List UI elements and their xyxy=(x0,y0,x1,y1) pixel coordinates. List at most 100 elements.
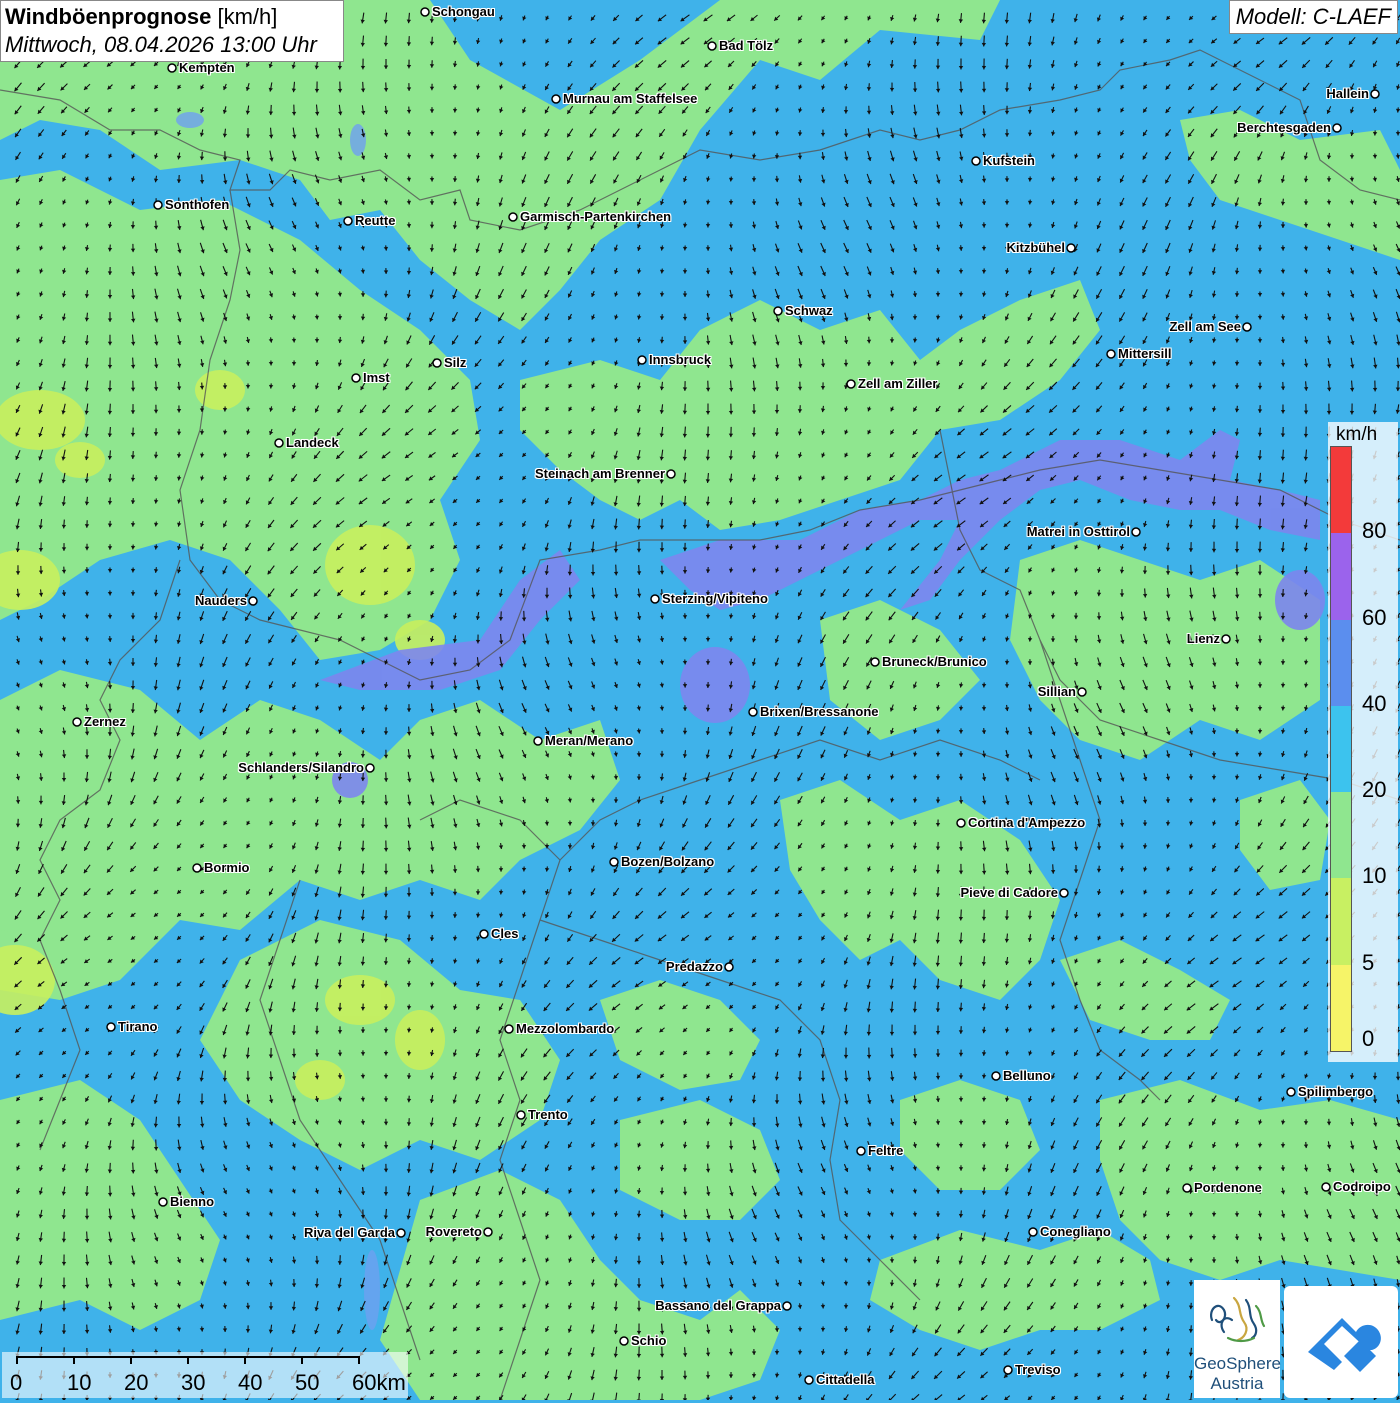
city-label: Schlanders/Silandro xyxy=(238,760,364,775)
city-label: Schwaz xyxy=(785,303,833,318)
city-marker-icon xyxy=(1222,635,1230,643)
city-label: Reutte xyxy=(355,213,395,228)
city-label: Mittersill xyxy=(1118,346,1171,361)
legend-tick-label: 5 xyxy=(1362,950,1374,976)
city-label: Codroipo xyxy=(1333,1179,1391,1194)
city-label: Landeck xyxy=(286,435,339,450)
city-marker-icon xyxy=(552,95,560,103)
city-label: Kitzbühel xyxy=(1007,240,1066,255)
city-marker-icon xyxy=(249,597,257,605)
city-label: Imst xyxy=(363,370,390,385)
city-marker-icon xyxy=(1183,1184,1191,1192)
city-label: Sonthofen xyxy=(165,197,229,212)
city-marker-icon xyxy=(517,1111,525,1119)
city-marker-icon xyxy=(168,64,176,72)
city-marker-icon xyxy=(480,930,488,938)
city-marker-icon xyxy=(972,157,980,165)
legend-color-segment xyxy=(1331,792,1351,878)
city-marker-icon xyxy=(421,8,429,16)
city-marker-icon xyxy=(957,819,965,827)
geosphere-logo[interactable]: GeoSphere Austria xyxy=(1194,1280,1280,1398)
legend-tick-label: 80 xyxy=(1362,518,1386,544)
city-marker-icon xyxy=(1243,323,1251,331)
city-label: Sterzing/Vipiteno xyxy=(662,591,768,606)
city-marker-icon xyxy=(667,470,675,478)
city-label: Riva del Garda xyxy=(304,1225,395,1240)
weather-app-logo[interactable] xyxy=(1284,1286,1398,1398)
city-label: Bienno xyxy=(170,1194,214,1209)
title-line: Windböenprognose [km/h] xyxy=(5,3,339,31)
legend-tick-label: 40 xyxy=(1362,691,1386,717)
city-marker-icon xyxy=(651,595,659,603)
city-label: Garmisch-Partenkirchen xyxy=(520,209,671,224)
cloud-arrow-icon xyxy=(1284,1286,1398,1398)
scale-label: 30 xyxy=(181,1370,205,1396)
scale-tick xyxy=(301,1356,303,1364)
city-label: Pieve di Cadore xyxy=(960,885,1058,900)
city-label: Bozen/Bolzano xyxy=(621,854,714,869)
legend-tick-label: 0 xyxy=(1362,1026,1374,1052)
city-label: Zell am Ziller xyxy=(858,376,937,391)
city-label: Zell am See xyxy=(1169,319,1241,334)
city-marker-icon xyxy=(857,1147,865,1155)
scale-label: 0 xyxy=(10,1370,22,1396)
geosphere-logo-icon xyxy=(1194,1280,1280,1354)
legend-color-segment xyxy=(1331,447,1351,533)
city-label: Matrei in Osttirol xyxy=(1027,524,1130,539)
model-label: Modell: C-LAEF xyxy=(1229,0,1398,34)
city-label: Treviso xyxy=(1015,1362,1061,1377)
city-marker-icon xyxy=(1107,350,1115,358)
scale-label: 50 xyxy=(295,1370,319,1396)
city-marker-icon xyxy=(1029,1228,1037,1236)
city-marker-icon xyxy=(73,718,81,726)
scale-label: 20 xyxy=(124,1370,148,1396)
scale-tick xyxy=(244,1356,246,1364)
city-label: Steinach am Brenner xyxy=(535,466,665,481)
city-marker-icon xyxy=(992,1072,1000,1080)
city-label: Tirano xyxy=(118,1019,158,1034)
city-label: Belluno xyxy=(1003,1068,1051,1083)
city-label: Schongau xyxy=(432,4,495,19)
city-label: Predazzo xyxy=(666,959,723,974)
forecast-datetime: Mittwoch, 08.04.2026 13:00 Uhr xyxy=(5,31,339,59)
legend-tick-label: 10 xyxy=(1362,863,1386,889)
city-marker-icon xyxy=(1132,528,1140,536)
city-marker-icon xyxy=(638,356,646,364)
city-label: Berchtesgaden xyxy=(1237,120,1331,135)
legend-tick-label: 20 xyxy=(1362,777,1386,803)
legend-color-segment xyxy=(1331,533,1351,619)
city-label: Kufstein xyxy=(983,153,1035,168)
city-marker-icon xyxy=(509,213,517,221)
scale-label: 10 xyxy=(67,1370,91,1396)
city-marker-icon xyxy=(1004,1366,1012,1374)
legend-colorbar xyxy=(1330,446,1352,1052)
city-marker-icon xyxy=(159,1198,167,1206)
city-marker-icon xyxy=(1322,1183,1330,1191)
city-label: Cittadella xyxy=(816,1372,875,1387)
city-label: Sillian xyxy=(1038,684,1076,699)
city-label: Innsbruck xyxy=(649,352,711,367)
city-label: Silz xyxy=(444,355,466,370)
city-marker-icon xyxy=(871,658,879,666)
city-label: Spilimbergo xyxy=(1298,1084,1373,1099)
scale-tick xyxy=(16,1356,18,1364)
city-marker-icon xyxy=(366,764,374,772)
city-marker-icon xyxy=(774,307,782,315)
city-marker-icon xyxy=(352,374,360,382)
city-marker-icon xyxy=(847,380,855,388)
city-label: Bruneck/Brunico xyxy=(882,654,987,669)
city-label: Brixen/Bressanone xyxy=(760,704,879,719)
map-unit: [km/h] xyxy=(217,4,277,29)
legend-color-segment xyxy=(1331,620,1351,706)
city-label: Murnau am Staffelsee xyxy=(563,91,697,106)
city-label: Bad Tölz xyxy=(719,38,773,53)
city-marker-icon xyxy=(783,1302,791,1310)
city-marker-icon xyxy=(433,359,441,367)
city-marker-icon xyxy=(275,439,283,447)
city-marker-icon xyxy=(725,963,733,971)
city-marker-icon xyxy=(708,42,716,50)
legend-color-segment xyxy=(1331,965,1351,1051)
city-label: Cortina d'Ampezzo xyxy=(968,815,1085,830)
city-marker-icon xyxy=(749,708,757,716)
city-label: Hallein xyxy=(1326,86,1369,101)
